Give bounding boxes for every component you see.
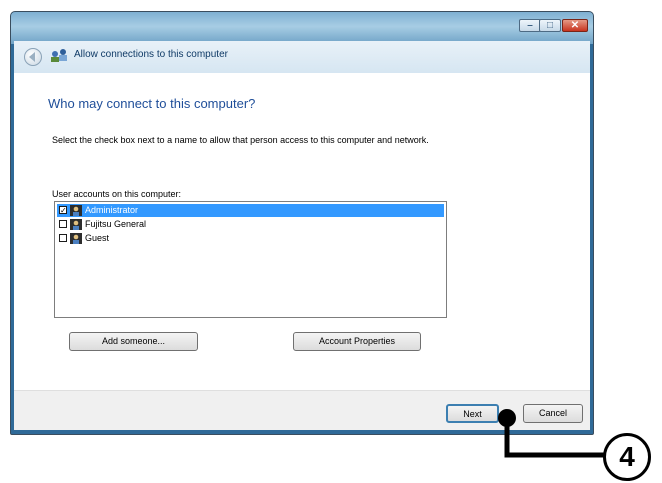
callout-connector: [498, 409, 604, 458]
step-number-badge: 4: [603, 433, 651, 481]
